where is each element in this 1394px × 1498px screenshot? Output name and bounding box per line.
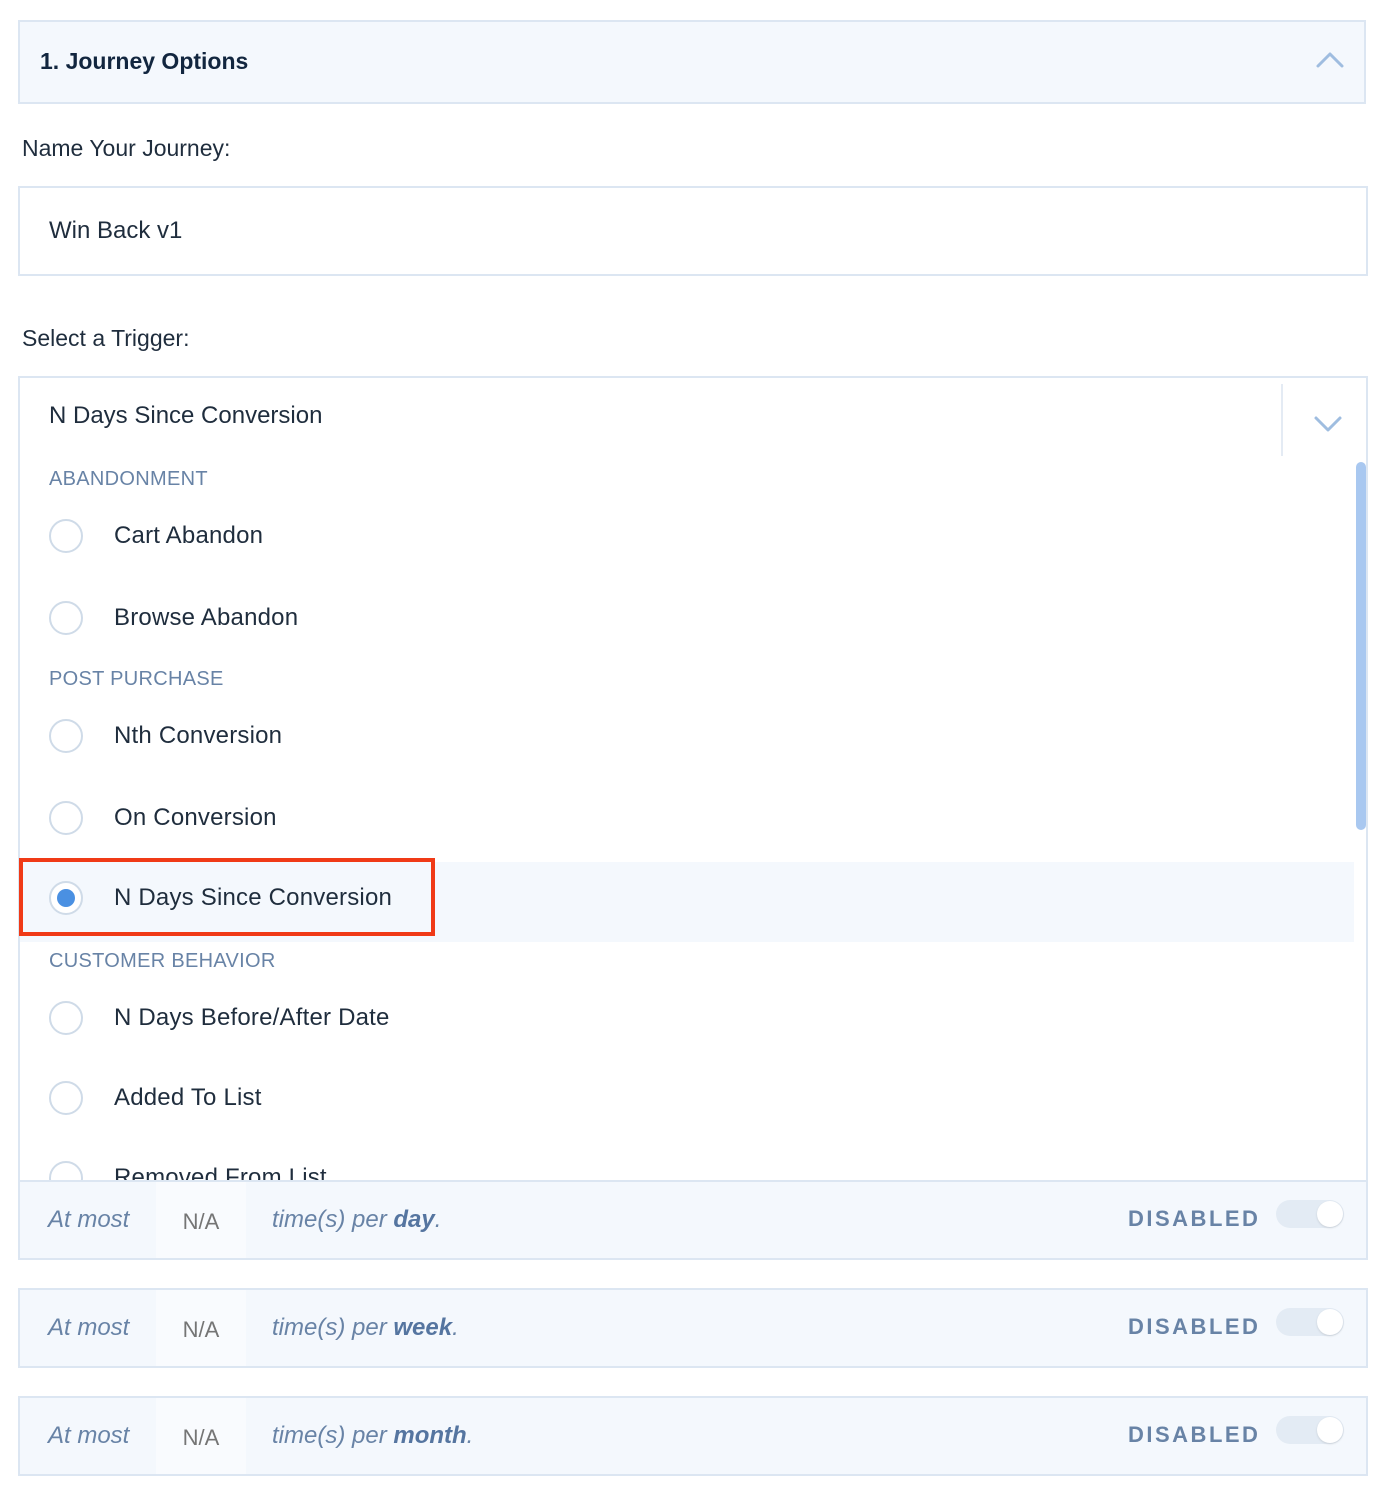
status-badge: DISABLED <box>1128 1314 1261 1339</box>
limit-suffix: time(s) per week. <box>272 1314 459 1341</box>
status-badge: DISABLED <box>1128 1206 1261 1231</box>
option-added-to-list[interactable]: Added To List <box>20 1060 1354 1140</box>
limit-prefix: At most <box>48 1314 130 1341</box>
option-label: Nth Conversion <box>114 722 283 749</box>
option-label: Cart Abandon <box>114 522 264 549</box>
chevron-down-icon[interactable] <box>1308 406 1348 440</box>
limit-row-month: At most time(s) per month. DISABLED <box>18 1396 1368 1476</box>
limit-period: day <box>393 1206 435 1233</box>
limit-suffix-text: time(s) per <box>272 1314 387 1341</box>
option-n-days-since-conversion[interactable]: N Days Since Conversion <box>20 862 1354 942</box>
select-trigger-label: Select a Trigger: <box>22 325 190 351</box>
option-removed-from-list[interactable]: Removed From List <box>20 1140 1354 1180</box>
radio-n-days-before-after-date[interactable] <box>49 1001 83 1035</box>
limit-period: week <box>393 1314 453 1341</box>
option-nth-conversion[interactable]: Nth Conversion <box>20 698 1354 778</box>
radio-n-days-since-conversion[interactable] <box>49 881 83 915</box>
radio-browse-abandon[interactable] <box>49 601 83 635</box>
radio-added-to-list[interactable] <box>49 1081 83 1115</box>
limit-suffix: time(s) per month. <box>272 1422 474 1449</box>
option-label: Removed From List <box>114 1164 327 1180</box>
trigger-selected-value: N Days Since Conversion <box>49 402 323 429</box>
limit-week-toggle[interactable] <box>1276 1308 1344 1336</box>
journey-name-input[interactable] <box>18 186 1368 276</box>
trigger-select[interactable]: N Days Since Conversion ABANDONMENT Cart… <box>18 376 1368 1180</box>
limit-week-input[interactable] <box>156 1290 246 1366</box>
radio-cart-abandon[interactable] <box>49 519 83 553</box>
dropdown-scrollbar[interactable] <box>1356 462 1366 830</box>
select-divider <box>1281 384 1283 456</box>
option-cart-abandon[interactable]: Cart Abandon <box>20 498 1354 578</box>
chevron-up-icon[interactable] <box>1314 46 1346 74</box>
radio-removed-from-list[interactable] <box>49 1161 83 1180</box>
group-label-abandonment: ABANDONMENT <box>49 468 208 490</box>
option-label: On Conversion <box>114 804 277 831</box>
limit-suffix: time(s) per day. <box>272 1206 442 1233</box>
limit-month-input[interactable] <box>156 1398 246 1474</box>
journey-options-page: 1. Journey Options Name Your Journey: Se… <box>0 0 1394 1498</box>
status-badge: DISABLED <box>1128 1422 1261 1447</box>
radio-nth-conversion[interactable] <box>49 719 83 753</box>
limit-day-input[interactable] <box>156 1182 246 1258</box>
option-label: N Days Since Conversion <box>114 884 393 911</box>
option-on-conversion[interactable]: On Conversion <box>20 780 1354 860</box>
option-n-days-before-after-date[interactable]: N Days Before/After Date <box>20 980 1354 1060</box>
limit-prefix: At most <box>48 1206 130 1233</box>
group-label-customer-behavior: CUSTOMER BEHAVIOR <box>49 950 276 972</box>
name-journey-label: Name Your Journey: <box>22 135 231 161</box>
limit-suffix-text: time(s) per <box>272 1422 387 1449</box>
journey-options-header[interactable]: 1. Journey Options <box>18 20 1366 104</box>
group-label-post-purchase: POST PURCHASE <box>49 668 224 690</box>
option-label: Added To List <box>114 1084 262 1111</box>
option-label: N Days Before/After Date <box>114 1004 390 1031</box>
limit-period: month <box>393 1422 467 1449</box>
limit-month-toggle[interactable] <box>1276 1416 1344 1444</box>
radio-on-conversion[interactable] <box>49 801 83 835</box>
section-title: 1. Journey Options <box>40 48 249 74</box>
option-browse-abandon[interactable]: Browse Abandon <box>20 580 1354 660</box>
limit-row-day: At most time(s) per day. DISABLED <box>18 1180 1368 1260</box>
limit-row-week: At most time(s) per week. DISABLED <box>18 1288 1368 1368</box>
limit-prefix: At most <box>48 1422 130 1449</box>
option-label: Browse Abandon <box>114 604 299 631</box>
limit-suffix-text: time(s) per <box>272 1206 387 1233</box>
limit-day-toggle[interactable] <box>1276 1200 1344 1228</box>
